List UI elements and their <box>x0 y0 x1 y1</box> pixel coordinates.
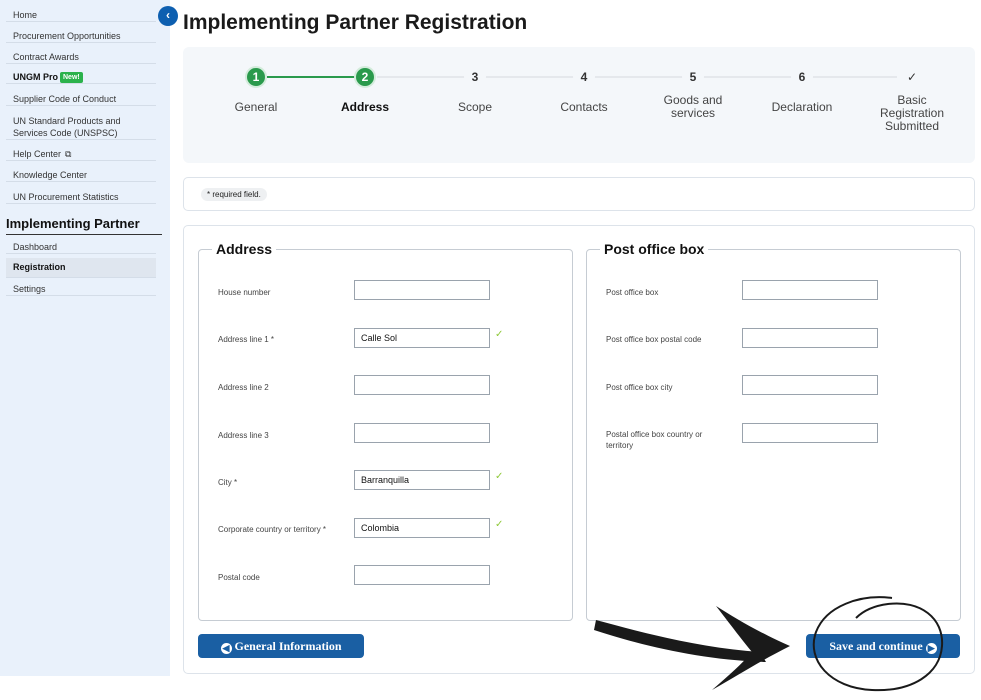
new-badge: New! <box>60 72 83 83</box>
sidebar-item-label: Procurement Opportunities <box>13 31 121 41</box>
po-box-postal-code-label: Post office box postal code <box>606 335 702 344</box>
step-number: 5 <box>682 66 704 88</box>
po-box-city-label: Post office box city <box>606 383 673 392</box>
sidebar-item-label: Supplier Code of Conduct <box>13 94 117 104</box>
sidebar-section-title: Implementing Partner <box>6 216 162 235</box>
sidebar-item-unspsc[interactable]: UN Standard Products and Services Code (U… <box>6 115 156 140</box>
po-box-label: Post office box <box>606 288 659 297</box>
step-contacts[interactable]: 4 Contacts <box>534 66 634 114</box>
step-address[interactable]: 2 Address <box>315 66 415 114</box>
collapse-sidebar-button[interactable]: ‹ <box>158 6 178 26</box>
po-box-city-input[interactable] <box>742 375 878 395</box>
step-label: Scope <box>457 100 493 114</box>
sidebar-item-label: Help Center <box>13 149 62 159</box>
po-box-postal-code-input[interactable] <box>742 328 878 348</box>
house-number-label: House number <box>218 288 271 297</box>
sidebar-item-label: UN Procurement Statistics <box>13 192 119 202</box>
po-box-country-input[interactable] <box>742 423 878 443</box>
sidebar-item-knowledge-center[interactable]: Knowledge Center <box>6 170 156 182</box>
arrow-right-circle-icon: ▶ <box>925 643 937 654</box>
required-field-note: * required field. <box>201 188 267 201</box>
valid-checkmark-icon: ✓ <box>495 519 504 530</box>
page-title: Implementing Partner Registration <box>183 11 528 34</box>
po-box-input[interactable] <box>742 280 878 300</box>
step-label: General <box>234 100 278 114</box>
sidebar-item-label: Services Code (UNSPSC) <box>13 128 118 138</box>
corporate-country-label: Corporate country or territory * <box>218 525 327 534</box>
save-and-continue-button[interactable]: Save and continue ▶ <box>806 634 960 658</box>
step-basic-registration-submitted[interactable]: ✓ Basic Registration Submitted <box>862 66 962 133</box>
sidebar-item-help-center[interactable]: Help Center ⧉ <box>6 149 156 161</box>
address-legend: Address <box>212 241 277 257</box>
address-form: Address House number Address line 1 * ✓ … <box>183 225 975 674</box>
sidebar-item-ungm-pro[interactable]: UNGM Pro New! <box>6 72 156 84</box>
valid-checkmark-icon: ✓ <box>495 329 504 340</box>
corporate-country-input[interactable] <box>354 518 490 538</box>
registration-stepper: 1 General 2 Address 3 Scope 4 Contacts 5… <box>183 47 975 163</box>
address-line-2-label: Address line 2 <box>218 383 269 392</box>
address-line-1-input[interactable] <box>354 328 490 348</box>
step-number: 1 <box>245 66 267 88</box>
sidebar-item-un-procurement-statistics[interactable]: UN Procurement Statistics <box>6 192 156 204</box>
step-number: 6 <box>791 66 813 88</box>
post-office-box-fieldset: Post office box Post office box Post off… <box>586 241 961 621</box>
sidebar-item-label: Registration <box>13 262 66 272</box>
step-label: Contacts <box>560 100 608 114</box>
button-label: Save and continue <box>829 639 923 653</box>
house-number-input[interactable] <box>354 280 490 300</box>
sidebar-item-label: Home <box>13 10 38 20</box>
chevron-left-icon: ‹ <box>166 8 170 22</box>
sidebar-item-settings[interactable]: Settings <box>6 284 156 296</box>
address-line-1-label: Address line 1 * <box>218 335 275 344</box>
address-line-3-input[interactable] <box>354 423 490 443</box>
address-line-2-input[interactable] <box>354 375 490 395</box>
sidebar-item-supplier-code[interactable]: Supplier Code of Conduct <box>6 94 156 106</box>
step-number: 4 <box>573 66 595 88</box>
sidebar-item-label: Settings <box>13 284 46 294</box>
step-label: Address <box>340 100 390 114</box>
step-label: Goods and services <box>663 93 723 120</box>
sidebar-item-procurement-opportunities[interactable]: Procurement Opportunities <box>6 31 156 43</box>
sidebar-item-label: Contract Awards <box>13 52 79 62</box>
back-general-information-button[interactable]: ◀ General Information <box>198 634 364 658</box>
step-number: 3 <box>464 66 486 88</box>
step-declaration[interactable]: 6 Declaration <box>752 66 852 114</box>
sidebar-item-label: Knowledge Center <box>13 170 88 180</box>
address-fieldset: Address House number Address line 1 * ✓ … <box>198 241 573 621</box>
postal-code-input[interactable] <box>354 565 490 585</box>
sidebar-item-label: Dashboard <box>13 242 58 252</box>
step-number: 2 <box>354 66 376 88</box>
sidebar-item-dashboard[interactable]: Dashboard <box>6 242 156 254</box>
button-label: General Information <box>234 639 342 653</box>
step-goods-and-services[interactable]: 5 Goods and services <box>643 66 743 120</box>
po-box-country-label: Postal office box country or territory <box>606 430 703 450</box>
step-label: Declaration <box>771 100 833 114</box>
sidebar-item-home[interactable]: Home <box>6 10 156 22</box>
address-line-3-label: Address line 3 <box>218 431 269 440</box>
sidebar-item-label: UN Standard Products and <box>13 116 121 126</box>
required-field-note-bar: * required field. <box>183 177 975 211</box>
sidebar-item-label: UNGM Pro <box>13 72 58 82</box>
city-input[interactable] <box>354 470 490 490</box>
external-link-icon: ⧉ <box>65 149 72 159</box>
sidebar: Home Procurement Opportunities Contract … <box>0 0 170 676</box>
arrow-left-circle-icon: ◀ <box>220 643 232 654</box>
checkmark-icon: ✓ <box>901 66 923 88</box>
step-label: Basic Registration Submitted <box>879 93 945 133</box>
step-scope[interactable]: 3 Scope <box>425 66 525 114</box>
sidebar-item-registration[interactable]: Registration <box>6 258 156 278</box>
postal-code-label: Postal code <box>218 573 260 582</box>
post-office-box-legend: Post office box <box>600 241 709 257</box>
sidebar-item-contract-awards[interactable]: Contract Awards <box>6 52 156 64</box>
valid-checkmark-icon: ✓ <box>495 471 504 482</box>
step-general[interactable]: 1 General <box>206 66 306 114</box>
city-label: City * <box>218 478 238 487</box>
